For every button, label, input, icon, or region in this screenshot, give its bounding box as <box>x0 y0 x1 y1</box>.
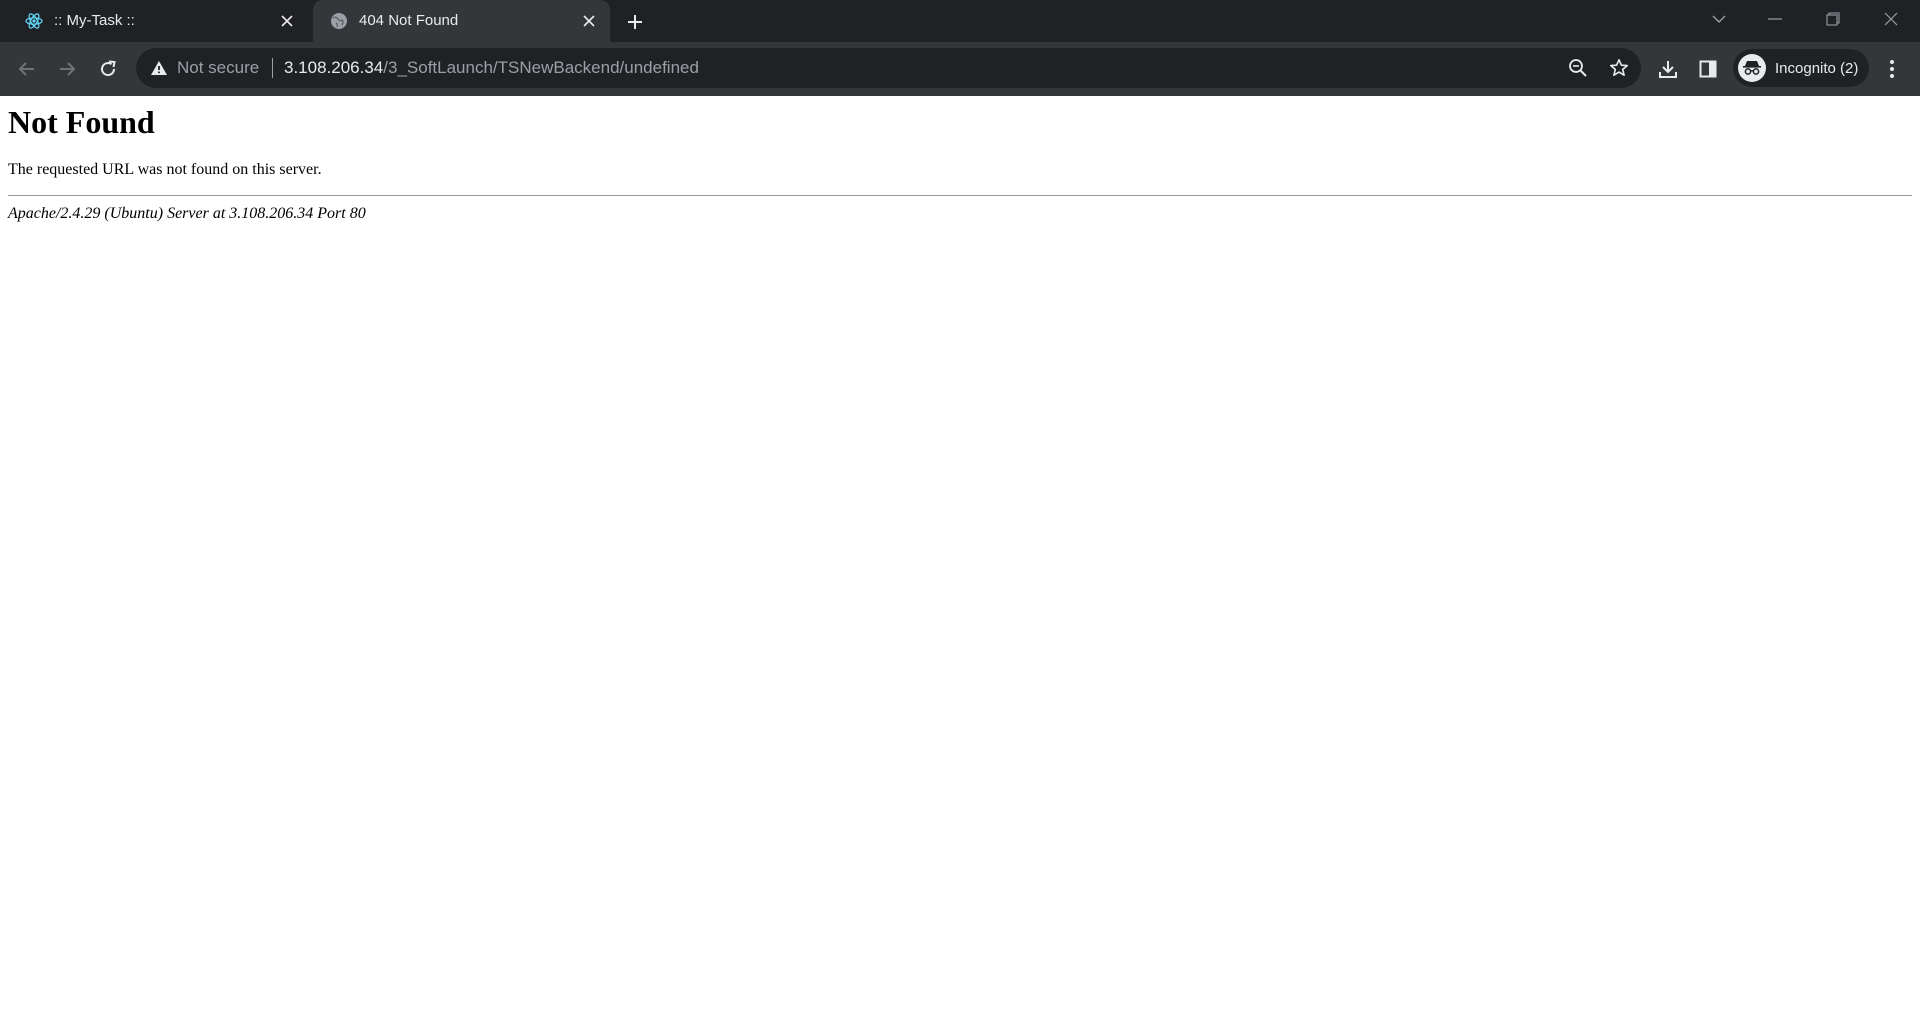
server-signature: Apache/2.4.29 (Ubuntu) Server at 3.108.2… <box>8 205 366 222</box>
restore-icon <box>1826 12 1840 26</box>
address-bar[interactable]: Not secure 3.108.206.34/3_SoftLaunch/TSN… <box>136 48 1641 88</box>
minimize-button[interactable] <box>1760 6 1790 32</box>
new-tab-button[interactable] <box>622 9 648 35</box>
tab-title: 404 Not Found <box>359 12 459 29</box>
restore-button[interactable] <box>1818 6 1848 32</box>
bookmark-star-icon[interactable] <box>1609 58 1629 78</box>
browser-menu-button[interactable] <box>1878 55 1906 83</box>
side-panel-button[interactable] <box>1694 55 1722 83</box>
downloads-button[interactable] <box>1654 55 1682 83</box>
security-label[interactable]: Not secure <box>177 58 259 78</box>
page-heading: Not Found <box>8 104 155 140</box>
reload-button[interactable] <box>94 55 122 83</box>
page-content: Not Found The requested URL was not foun… <box>0 96 1920 1010</box>
close-window-button[interactable] <box>1876 6 1906 32</box>
download-icon <box>1659 61 1677 78</box>
react-icon <box>25 12 43 30</box>
arrow-right-icon <box>60 62 76 76</box>
incognito-profile-button[interactable]: Incognito (2) <box>1733 49 1869 87</box>
error-message: The requested URL was not found on this … <box>8 161 322 178</box>
url-host: 3.108.206.34 <box>284 58 384 77</box>
globe-icon <box>330 12 348 30</box>
arrow-left-icon <box>18 62 34 76</box>
address-separator <box>272 58 273 78</box>
profile-label: Incognito (2) <box>1775 59 1859 77</box>
reload-icon <box>101 60 116 77</box>
tab-strip: :: My-Task :: 404 Not Found <box>0 0 1920 42</box>
minimize-icon <box>1768 18 1782 20</box>
incognito-icon <box>1738 54 1766 82</box>
tab-404-not-found[interactable]: 404 Not Found <box>313 0 610 42</box>
close-icon <box>1884 12 1898 26</box>
url-path: /3_SoftLaunch/TSNewBackend/undefined <box>383 58 699 77</box>
plus-icon <box>628 15 642 29</box>
side-panel-icon <box>1699 60 1717 78</box>
browser-toolbar: Not secure 3.108.206.34/3_SoftLaunch/TSN… <box>0 42 1920 96</box>
chevron-down-icon <box>1712 15 1726 23</box>
zoom-out-icon[interactable] <box>1568 58 1588 78</box>
divider <box>8 195 1912 196</box>
tab-title: :: My-Task :: <box>54 12 135 29</box>
tab-my-task[interactable]: :: My-Task :: <box>8 0 308 42</box>
warning-icon[interactable] <box>150 59 168 77</box>
url-text[interactable]: 3.108.206.34/3_SoftLaunch/TSNewBackend/u… <box>284 58 699 78</box>
tab-search-button[interactable] <box>1704 6 1734 32</box>
close-tab-icon[interactable] <box>580 12 598 30</box>
back-button[interactable] <box>13 55 41 83</box>
close-tab-icon[interactable] <box>278 12 296 30</box>
forward-button[interactable] <box>53 55 81 83</box>
more-vertical-icon <box>1890 60 1894 78</box>
